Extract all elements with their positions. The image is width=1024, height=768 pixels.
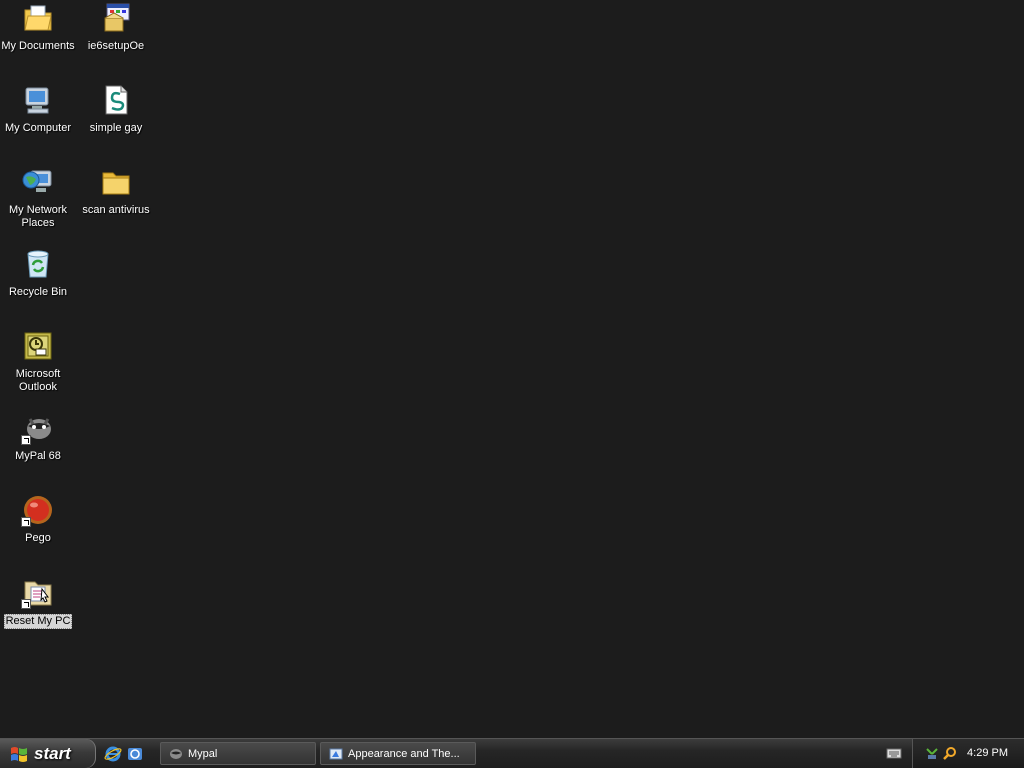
desktop-icon-scan-antivirus[interactable]: scan antivirus — [78, 166, 154, 217]
desktop-icon-microsoft-outlook[interactable]: Microsoft Outlook — [0, 330, 76, 394]
desktop-icon-reset-my-pc[interactable]: Reset My PC — [0, 576, 76, 629]
quick-launch-bar — [104, 743, 144, 765]
mypal-icon — [21, 412, 54, 445]
desktop-icon-my-documents[interactable]: My Documents — [0, 2, 76, 53]
control-panel-icon — [329, 748, 343, 759]
desktop-icon-my-computer[interactable]: My Computer — [0, 84, 76, 135]
desktop-icon-ie6setupoe[interactable]: ie6setupOe — [78, 2, 154, 53]
clock[interactable]: 4:29 PM — [967, 747, 1008, 759]
my-documents-icon — [24, 5, 52, 31]
desktop-icon-mypal-68[interactable]: MyPal 68 — [0, 412, 76, 463]
task-label: Appearance and The... — [348, 747, 460, 760]
internet-explorer-icon[interactable] — [104, 745, 122, 763]
icon-label: Recycle Bin — [8, 286, 68, 298]
windows-flag-icon — [11, 746, 27, 762]
pego-icon — [21, 494, 54, 527]
icon-label: Reset My PC — [3, 614, 73, 629]
shortcut-arrow-icon — [21, 599, 31, 609]
search-icon[interactable] — [943, 746, 957, 760]
icon-label: My Network Places — [8, 204, 68, 229]
reset-my-pc-icon — [21, 576, 54, 609]
desktop[interactable]: My Documents My Computer My Network Plac… — [0, 0, 1024, 738]
icon-label: ie6setupOe — [87, 40, 145, 52]
recycle-bin-icon — [27, 250, 49, 278]
taskbar: start Mypal Appearance and The... 4:29 P… — [0, 738, 1024, 768]
icon-label: MyPal 68 — [15, 450, 61, 462]
script-file-icon — [105, 85, 128, 115]
desktop-icon-simple-gay[interactable]: simple gay — [78, 84, 154, 135]
shortcut-arrow-icon — [21, 517, 31, 527]
start-label: start — [34, 743, 71, 763]
network-places-icon — [22, 170, 52, 192]
desktop-icon-pego[interactable]: Pego — [0, 494, 76, 545]
icon-label: Pego — [25, 532, 51, 544]
outlook-icon — [24, 332, 52, 360]
task-label: Mypal — [188, 747, 218, 760]
installer-icon — [104, 3, 130, 32]
taskbar-button-mypal[interactable]: Mypal — [160, 742, 316, 765]
shortcut-arrow-icon — [21, 435, 31, 445]
icon-label: My Computer — [4, 122, 72, 134]
icon-label: simple gay — [89, 122, 143, 134]
network-icon[interactable] — [925, 746, 939, 760]
mypal-icon — [170, 748, 182, 759]
desktop-icon-my-network-places[interactable]: My Network Places — [0, 166, 76, 230]
start-button[interactable]: start — [0, 739, 96, 768]
icon-label: Microsoft Outlook — [15, 368, 61, 393]
folder-icon — [102, 172, 130, 195]
system-tray: 4:29 PM — [912, 739, 1024, 768]
desktop-icon-recycle-bin[interactable]: Recycle Bin — [0, 248, 76, 299]
icon-label: scan antivirus — [82, 204, 150, 216]
taskbar-button-appearance-and-themes[interactable]: Appearance and The... — [320, 742, 476, 765]
icon-label: My Documents — [1, 40, 75, 52]
keyboard-icon[interactable] — [886, 747, 902, 759]
outlook-express-icon[interactable] — [126, 745, 144, 763]
my-computer-icon — [25, 87, 49, 114]
